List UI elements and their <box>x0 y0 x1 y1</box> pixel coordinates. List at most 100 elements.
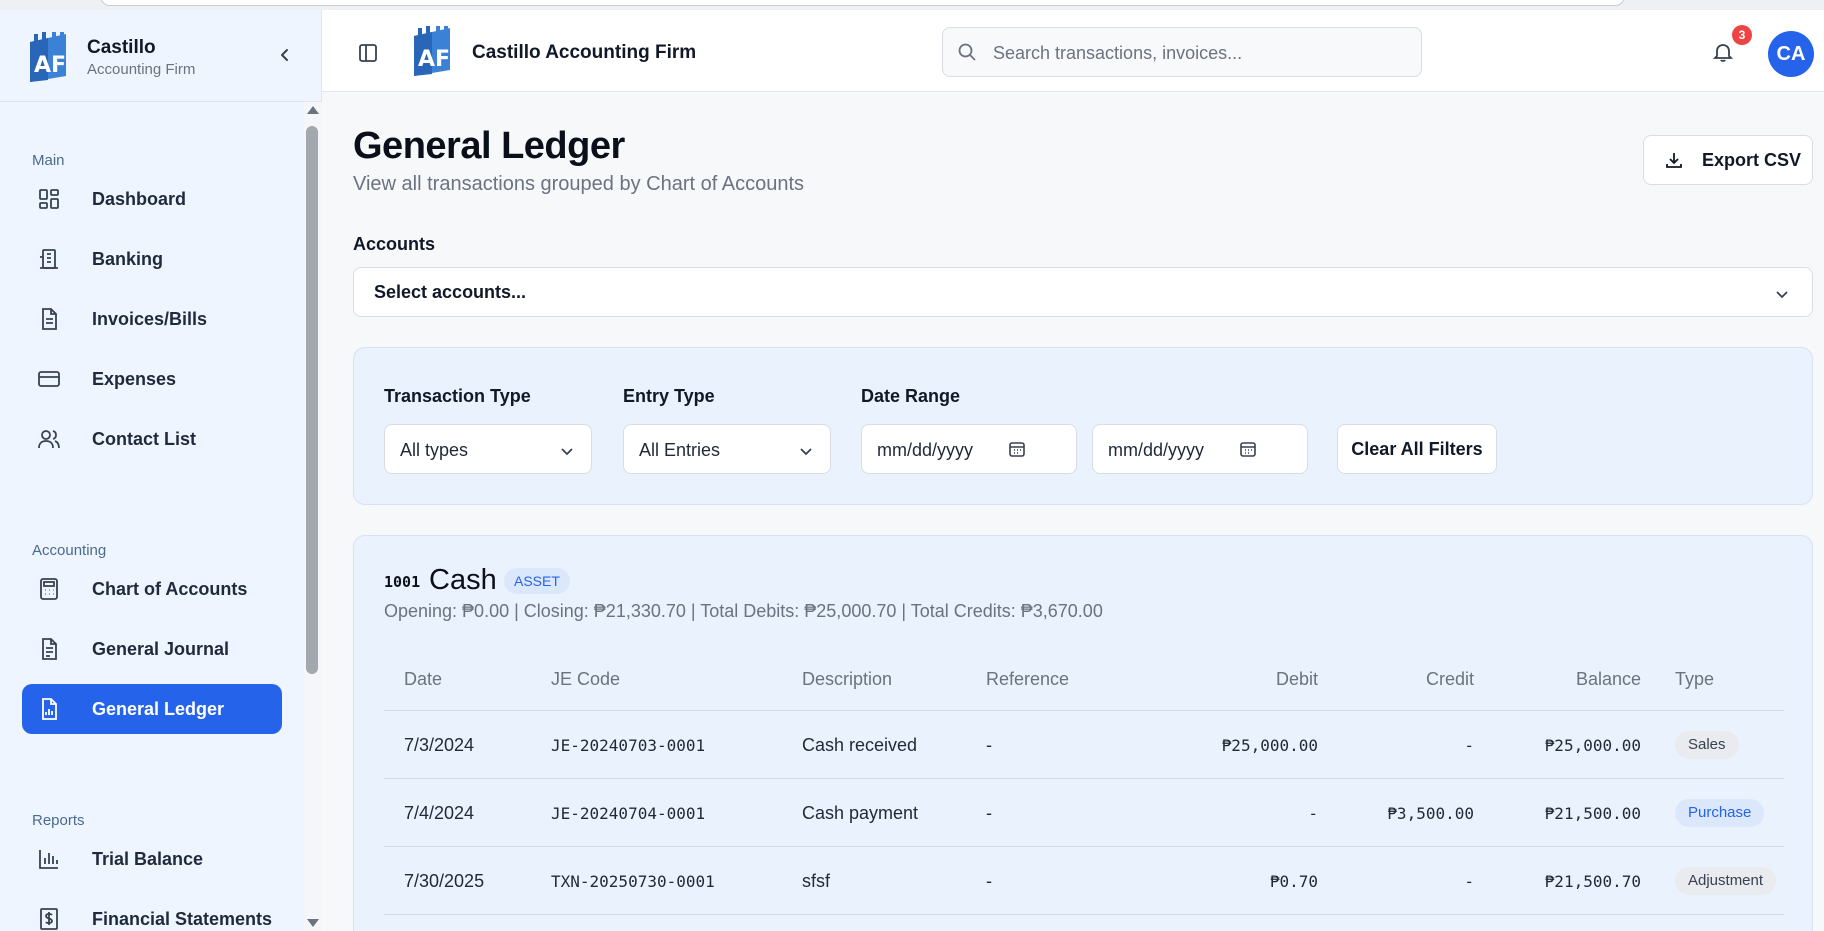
sidebar-item-expenses[interactable]: Expenses <box>22 354 282 404</box>
sidebar-scrollbar[interactable] <box>304 102 322 931</box>
sidebar-item-label: Banking <box>92 248 164 269</box>
top-header: AF Castillo Accounting Firm 3 CA <box>322 10 1824 92</box>
date-to-placeholder: mm/dd/yyyy <box>1108 440 1205 460</box>
date-from-placeholder: mm/dd/yyyy <box>877 440 974 460</box>
page-subtitle: View all transactions grouped by Chart o… <box>353 173 804 195</box>
cell-date: 7/4/2024 <box>404 803 475 823</box>
cell-credit: - <box>1464 736 1474 755</box>
sidebar-item-chart-of-accounts[interactable]: Chart of Accounts <box>22 564 282 614</box>
cell-reference: - <box>986 735 992 755</box>
date-to-input[interactable]: mm/dd/yyyy <box>1092 424 1308 474</box>
bell-icon[interactable] <box>1712 41 1734 68</box>
column-header-reference: Reference <box>986 669 1070 689</box>
accounts-multiselect[interactable]: Select accounts... <box>353 267 1813 317</box>
main-content: General Ledger View all transactions gro… <box>322 92 1824 931</box>
sidebar: AF Castillo Accounting Firm Main Dashboa… <box>0 10 322 931</box>
nav-section-main: Main <box>32 152 65 169</box>
entry-type-select[interactable]: All Entries <box>623 424 831 474</box>
cell-credit: - <box>1464 872 1474 891</box>
chevron-left-icon[interactable] <box>276 46 294 64</box>
sidebar-item-dashboard[interactable]: Dashboard <box>22 174 282 224</box>
sidebar-item-label: Financial Statements <box>92 908 273 929</box>
entry-type-label: Entry Type <box>623 386 715 406</box>
brand-name: Castillo <box>87 37 156 58</box>
column-header-type: Type <box>1675 669 1715 689</box>
table-row[interactable]: 7/30/2025 TXN-20250730-0001 sfsf - ₱0.70… <box>384 847 1784 915</box>
cell-balance: ₱25,000.00 <box>1544 736 1641 755</box>
clear-all-filters-button[interactable]: Clear All Filters <box>1337 424 1497 474</box>
sidebar-item-general-ledger[interactable]: General Ledger <box>22 684 282 734</box>
firm-logo-icon: AF <box>412 26 452 83</box>
sidebar-item-label: Invoices/Bills <box>92 308 208 329</box>
document-icon <box>36 306 62 332</box>
calendar-icon[interactable] <box>1008 440 1026 463</box>
table-row[interactable]: 7/4/2024 JE-20240704-0001 Cash payment -… <box>384 779 1784 847</box>
svg-text:AF: AF <box>34 53 66 78</box>
date-range-label: Date Range <box>861 386 961 406</box>
transaction-type-badge: Purchase <box>1675 799 1765 827</box>
ledger-table-header: Date JE Code Description Reference Debit… <box>384 651 1784 711</box>
chevron-down-icon <box>798 443 814 464</box>
cell-je-code: JE-20240703-0001 <box>551 736 706 755</box>
cell-debit: ₱25,000.00 <box>1221 736 1318 755</box>
cell-date: 7/30/2025 <box>404 871 485 891</box>
nav-section-reports: Reports <box>32 812 85 829</box>
table-row[interactable]: 7/3/2024 JE-20240703-0001 Cash received … <box>384 711 1784 779</box>
sidebar-nav: Main Dashboard Banking Invoices/Bills Ex… <box>0 102 304 931</box>
sidebar-item-label: General Journal <box>92 638 230 659</box>
search-input[interactable] <box>993 40 1403 66</box>
nav-section-accounting: Accounting <box>32 542 107 559</box>
sidebar-toggle-icon[interactable] <box>358 43 378 68</box>
transaction-type-value: All types <box>400 440 469 460</box>
scroll-down-icon[interactable] <box>307 919 319 927</box>
sidebar-item-invoices[interactable]: Invoices/Bills <box>22 294 282 344</box>
brand-subtitle: Accounting Firm <box>87 61 196 78</box>
cell-description: sfsf <box>802 871 831 891</box>
transaction-type-badge: Adjustment <box>1675 867 1777 895</box>
cell-credit: ₱3,500.00 <box>1387 804 1474 823</box>
cell-debit: ₱0.70 <box>1269 872 1318 891</box>
sidebar-item-label: Expenses <box>92 368 177 389</box>
column-header-date: Date <box>404 669 443 689</box>
calculator-icon <box>36 576 62 602</box>
journal-icon <box>36 636 62 662</box>
scroll-up-icon[interactable] <box>307 106 319 114</box>
search-icon <box>957 42 977 67</box>
ledger-chart-icon <box>36 696 62 722</box>
avatar[interactable]: CA <box>1768 31 1814 77</box>
sidebar-item-banking[interactable]: Banking <box>22 234 282 284</box>
column-header-debit: Debit <box>1275 669 1318 689</box>
chevron-down-icon <box>1774 286 1790 307</box>
transaction-type-select[interactable]: All types <box>384 424 592 474</box>
column-header-je-code: JE Code <box>551 669 621 689</box>
sidebar-item-contact-list[interactable]: Contact List <box>22 414 282 464</box>
sidebar-item-label: Chart of Accounts <box>92 578 248 599</box>
svg-text:AF: AF <box>418 47 450 72</box>
calendar-icon[interactable] <box>1239 440 1257 463</box>
date-from-input[interactable]: mm/dd/yyyy <box>861 424 1077 474</box>
entry-type-value: All Entries <box>639 440 721 460</box>
users-icon <box>36 426 62 452</box>
sidebar-item-financial-statements[interactable]: Financial Statements <box>22 894 282 931</box>
account-summary: Opening: ₱0.00 | Closing: ₱21,330.70 | T… <box>384 601 1103 621</box>
sidebar-item-trial-balance[interactable]: Trial Balance <box>22 834 282 884</box>
browser-address-bar[interactable] <box>100 0 1625 6</box>
column-header-credit: Credit <box>1425 669 1474 689</box>
search-box[interactable] <box>942 27 1422 77</box>
column-header-balance: Balance <box>1575 669 1641 689</box>
sidebar-item-label: Trial Balance <box>92 848 204 869</box>
accounts-label: Accounts <box>353 234 436 254</box>
accounts-placeholder: Select accounts... <box>374 282 527 302</box>
scrollbar-thumb[interactable] <box>306 126 318 674</box>
export-csv-button[interactable]: Export CSV <box>1643 135 1813 185</box>
cell-reference: - <box>986 803 992 823</box>
download-icon <box>1666 153 1682 168</box>
cell-description: Cash payment <box>802 803 919 823</box>
firm-logo-icon: AF <box>28 32 68 89</box>
sidebar-brand: AF Castillo Accounting Firm <box>0 10 322 102</box>
credit-card-icon <box>36 366 62 392</box>
sidebar-item-label: General Ledger <box>92 698 225 719</box>
page-title: General Ledger <box>353 125 625 167</box>
dollar-file-icon <box>36 906 62 931</box>
sidebar-item-general-journal[interactable]: General Journal <box>22 624 282 674</box>
